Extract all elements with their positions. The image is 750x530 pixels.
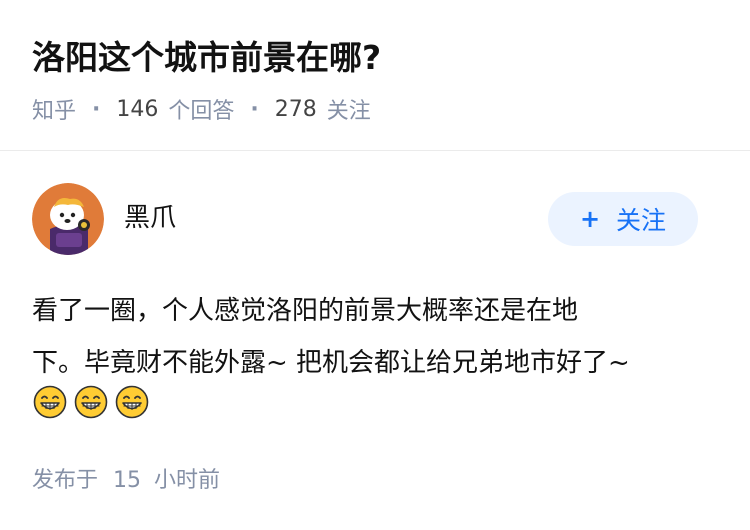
question-meta: 知乎 · 146 个回答 · 278 关注	[32, 92, 371, 126]
avatar-image	[32, 183, 104, 255]
publish-time-prefix: 发布于	[32, 468, 99, 493]
answer-content: 看了一圈，个人感觉洛阳的前景大概率还是在地 下。毕竟财不能外露~ 把机会都让给兄…	[32, 285, 722, 389]
grin-emoji-icon	[74, 385, 108, 419]
follow-button-label: 关注	[616, 206, 667, 235]
question-header: 洛阳这个城市前景在哪? 知乎 · 146 个回答 · 278 关注	[0, 0, 750, 151]
source-label[interactable]: 知乎	[32, 93, 76, 125]
grin-emoji-icon	[33, 385, 67, 419]
publish-time-value: 15	[113, 468, 142, 493]
follower-count: 278	[274, 96, 317, 122]
meta-separator: ·	[92, 96, 101, 122]
plus-icon: +	[579, 205, 601, 233]
answer-card: 黑爪 + 关注 看了一圈，个人感觉洛阳的前景大概率还是在地 下。毕竟财不能外露~…	[0, 152, 750, 530]
emoji-row	[33, 385, 156, 421]
answer-text-line: 下。毕竟财不能外露~ 把机会都让给兄弟地市好了~	[32, 348, 630, 378]
author-name[interactable]: 黑爪	[124, 200, 176, 236]
question-title[interactable]: 洛阳这个城市前景在哪?	[32, 34, 381, 82]
answer-count-label[interactable]: 个回答	[168, 93, 234, 125]
grin-emoji-icon	[115, 385, 149, 419]
meta-separator: ·	[250, 96, 259, 122]
follow-button[interactable]: + 关注	[548, 192, 698, 246]
avatar[interactable]	[32, 183, 104, 255]
answer-text-line: 看了一圈，个人感觉洛阳的前景大概率还是在地	[32, 296, 579, 326]
publish-time-unit: 小时前	[154, 468, 221, 493]
publish-time[interactable]: 发布于 15 小时前	[32, 465, 220, 497]
follower-count-label: 关注	[326, 99, 371, 124]
answer-count: 146	[116, 96, 159, 122]
